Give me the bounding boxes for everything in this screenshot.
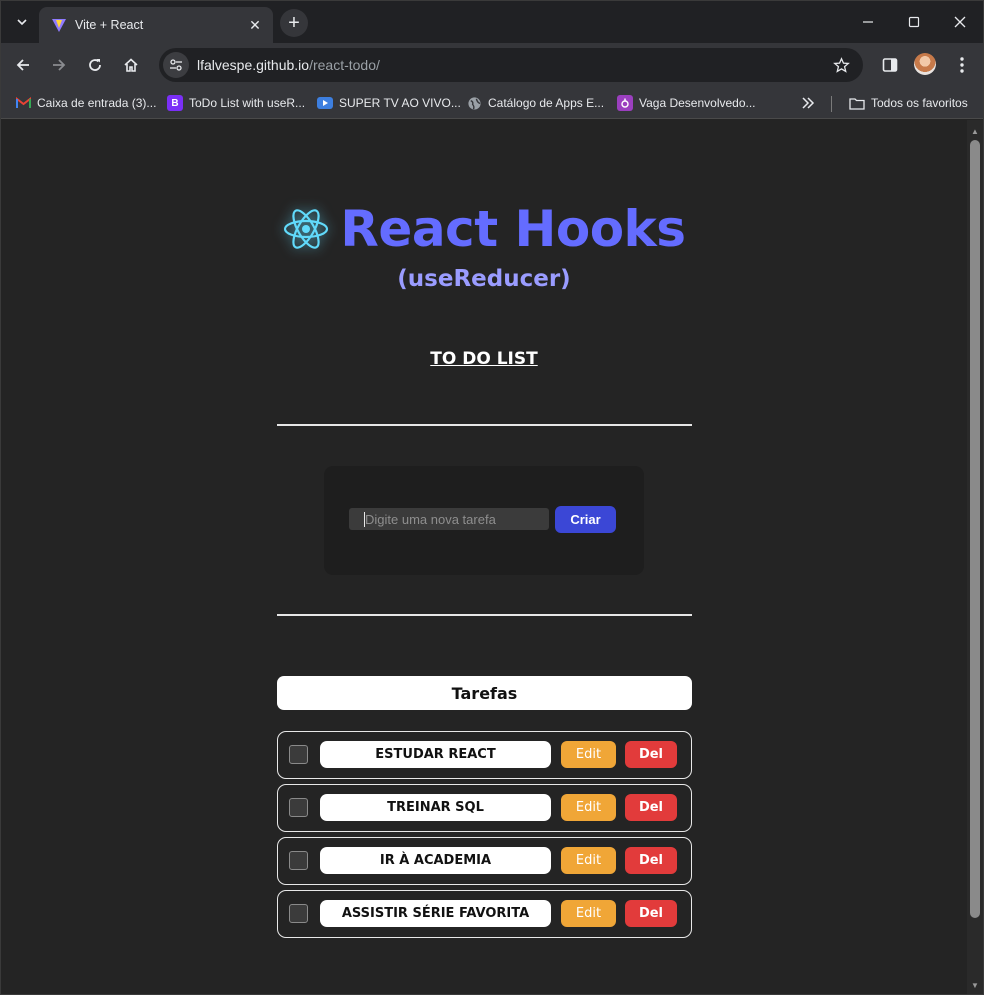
home-icon[interactable]	[117, 51, 145, 79]
delete-task-button[interactable]: Del	[625, 900, 677, 927]
reload-icon[interactable]	[81, 51, 109, 79]
menu-kebab-icon[interactable]	[949, 51, 975, 79]
edit-task-button[interactable]: Edit	[561, 741, 616, 768]
scrollbar-thumb[interactable]	[970, 140, 980, 918]
delete-task-button[interactable]: Del	[625, 741, 677, 768]
task-row: ESTUDAR REACT Edit Del	[277, 731, 692, 779]
url-host: lfalvespe.github.io	[197, 57, 310, 73]
divider	[277, 614, 692, 616]
page-title: React Hooks	[340, 200, 686, 258]
side-panel-icon[interactable]	[876, 51, 904, 79]
browser-toolbar: lfalvespe.github.io/react-todo/	[1, 43, 983, 87]
task-row: TREINAR SQL Edit Del	[277, 784, 692, 832]
instagram-icon	[617, 95, 633, 111]
browser-window: Vite + React ✕ + lfalvespe.github.io/rea…	[0, 0, 984, 995]
task-label: ESTUDAR REACT	[320, 741, 551, 768]
task-row: IR À ACADEMIA Edit Del	[277, 837, 692, 885]
folder-icon	[849, 95, 865, 111]
edit-task-button[interactable]: Edit	[561, 847, 616, 874]
maximize-icon[interactable]	[899, 9, 929, 35]
all-bookmarks-folder[interactable]: Todos os favoritos	[849, 93, 968, 113]
tab-strip: Vite + React ✕ +	[1, 1, 983, 43]
close-window-icon[interactable]	[945, 9, 975, 35]
bookmark-catalogo[interactable]: Catálogo de Apps E...	[466, 93, 604, 113]
bookmark-label: Catálogo de Apps E...	[488, 96, 605, 110]
task-checkbox[interactable]	[289, 851, 308, 870]
task-list-header: Tarefas	[277, 676, 692, 710]
tab-vite-react[interactable]: Vite + React ✕	[39, 7, 273, 43]
edit-task-button[interactable]: Edit	[561, 794, 616, 821]
scroll-up-icon[interactable]: ▲	[970, 126, 980, 136]
globe-icon	[466, 95, 482, 111]
gmail-icon	[15, 95, 31, 111]
site-settings-icon[interactable]	[163, 52, 189, 78]
url-text: lfalvespe.github.io/react-todo/	[197, 57, 827, 73]
create-task-button[interactable]: Criar	[555, 506, 616, 533]
address-bar[interactable]: lfalvespe.github.io/react-todo/	[159, 48, 863, 82]
task-row: ASSISTIR SÉRIE FAVORITA Edit Del	[277, 890, 692, 938]
all-bookmarks-label: Todos os favoritos	[871, 96, 968, 110]
todo-heading: TO DO LIST	[430, 349, 538, 369]
close-tab-icon[interactable]: ✕	[245, 15, 265, 35]
task-label: TREINAR SQL	[320, 794, 551, 821]
minimize-icon[interactable]	[853, 9, 883, 35]
tab-search-icon[interactable]	[9, 9, 35, 35]
task-checkbox[interactable]	[289, 745, 308, 764]
hero: React Hooks	[1, 200, 967, 258]
text-caret	[364, 512, 365, 527]
task-checkbox[interactable]	[289, 904, 308, 923]
bookmark-todo-list[interactable]: B ToDo List with useR...	[167, 93, 305, 113]
bookmark-gmail[interactable]: Caixa de entrada (3)...	[15, 93, 156, 113]
bootstrap-icon: B	[167, 95, 183, 111]
task-label: ASSISTIR SÉRIE FAVORITA	[320, 900, 551, 927]
more-bookmarks-icon[interactable]	[801, 93, 815, 113]
vite-favicon-icon	[52, 19, 66, 32]
url-path: /react-todo/	[309, 57, 380, 73]
new-tab-button[interactable]: +	[280, 9, 308, 37]
bookmark-label: Caixa de entrada (3)...	[37, 96, 157, 110]
bookmark-label: ToDo List with useR...	[189, 96, 306, 110]
bookmark-star-icon[interactable]	[827, 51, 855, 79]
vertical-scrollbar[interactable]: ▲ ▼	[967, 120, 983, 994]
divider	[277, 424, 692, 426]
react-logo-icon	[284, 209, 329, 249]
forward-icon[interactable]	[45, 51, 73, 79]
bookmarks-separator	[831, 96, 832, 112]
tab-title: Vite + React	[75, 18, 144, 32]
bookmark-vaga[interactable]: Vaga Desenvolvedo...	[617, 93, 756, 113]
delete-task-button[interactable]: Del	[625, 847, 677, 874]
bookmark-label: SUPER TV AO VIVO...	[339, 96, 461, 110]
new-task-input[interactable]	[349, 508, 549, 530]
page-subtitle: (useReducer)	[397, 266, 571, 292]
back-icon[interactable]	[9, 51, 37, 79]
bookmark-super-tv[interactable]: SUPER TV AO VIVO...	[317, 93, 461, 113]
task-checkbox[interactable]	[289, 798, 308, 817]
profile-avatar[interactable]	[914, 53, 936, 75]
scroll-down-icon[interactable]: ▼	[970, 980, 980, 990]
bookmark-label: Vaga Desenvolvedo...	[639, 96, 756, 110]
task-label: IR À ACADEMIA	[320, 847, 551, 874]
new-task-form: Criar	[324, 466, 644, 575]
edit-task-button[interactable]: Edit	[561, 900, 616, 927]
youtube-icon	[317, 97, 333, 109]
page-viewport: React Hooks (useReducer) TO DO LIST Cria…	[1, 120, 967, 994]
bookmarks-bar: Caixa de entrada (3)... B ToDo List with…	[1, 87, 983, 119]
delete-task-button[interactable]: Del	[625, 794, 677, 821]
